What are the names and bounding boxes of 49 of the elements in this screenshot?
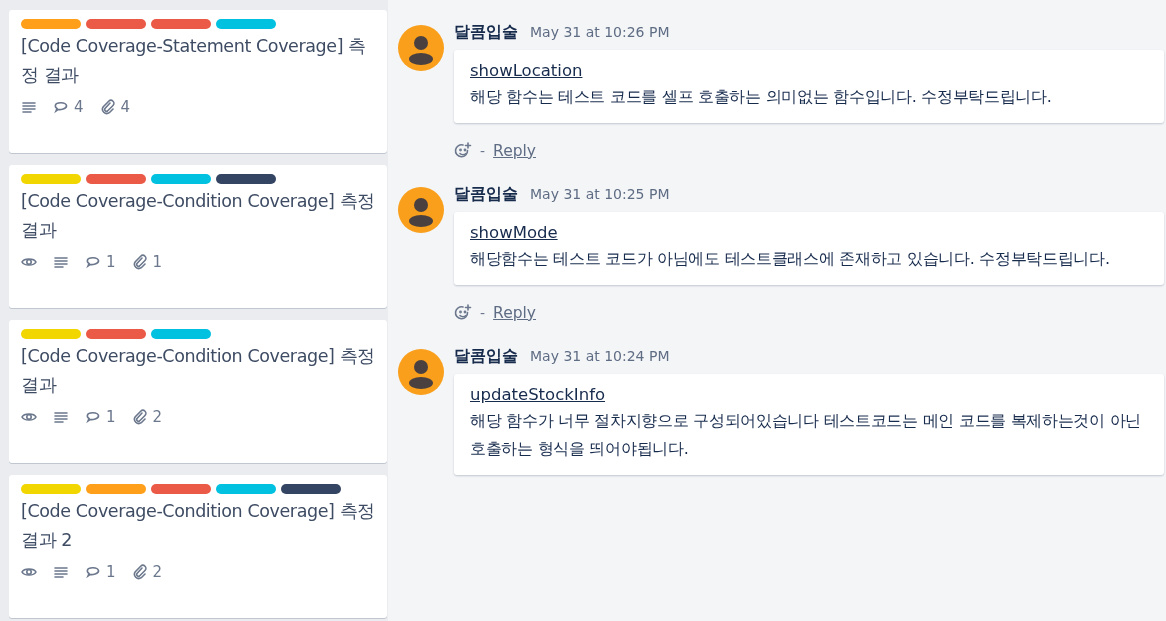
avatar-icon xyxy=(398,25,444,71)
add-reaction-icon[interactable] xyxy=(454,304,472,322)
comment-text: 해당 함수가 너무 절차지향으로 구성되어있습니다 테스트코드는 메인 코드를 복제하는것이 아닌 호출하는 형식을 띄어야됩니다. xyxy=(470,410,1143,460)
comment-time[interactable]: May 31 at 10:25 PM xyxy=(530,186,670,202)
code-link[interactable]: updateStockInfo xyxy=(470,383,606,407)
card[interactable]: [Code Coverage-Condition Coverage] 측정 결과 1 2 xyxy=(9,320,387,463)
badge-count: 1 xyxy=(106,408,116,426)
badge-count: 4 xyxy=(74,98,84,116)
author-name: 달콤입술 xyxy=(454,346,518,367)
separator: - xyxy=(480,143,486,159)
code-link[interactable]: showLocation xyxy=(470,59,583,83)
paperclip-icon xyxy=(131,254,148,270)
lines-icon xyxy=(53,564,69,580)
lines-icon xyxy=(21,99,37,115)
paperclip-icon xyxy=(131,564,148,580)
comment-text: 해당 함수는 테스트 코드를 셀프 호출하는 의미없는 함수입니다. 수정부탁드립니다. xyxy=(470,86,1053,108)
card-title: [Code Coverage-Condition Coverage] 측정 결과 xyxy=(21,345,376,397)
lines-icon xyxy=(53,409,69,425)
card[interactable]: [Code Coverage-Statement Coverage] 측정 결과 4 4 xyxy=(9,10,387,153)
reply-link[interactable]: Reply xyxy=(493,304,536,322)
speech-bubble-icon xyxy=(85,254,101,270)
card-title: [Code Coverage-Condition Coverage] 측정 결과 xyxy=(21,190,376,242)
paperclip-icon xyxy=(99,99,116,115)
badge-count: 4 xyxy=(120,98,131,116)
paperclip-icon xyxy=(131,409,148,425)
separator: - xyxy=(480,305,486,321)
badge-count: 1 xyxy=(106,563,116,581)
reply-link[interactable]: Reply xyxy=(493,142,536,160)
comment-time[interactable]: May 31 at 10:26 PM xyxy=(530,24,670,40)
avatar-icon xyxy=(398,187,444,233)
badge-count: 1 xyxy=(152,253,163,271)
lines-icon xyxy=(53,254,69,270)
speech-bubble-icon xyxy=(85,564,101,580)
badge-count: 1 xyxy=(106,253,116,271)
speech-bubble-icon xyxy=(85,409,101,425)
author-name: 달콤입술 xyxy=(454,22,518,43)
comment-time[interactable]: May 31 at 10:24 PM xyxy=(530,348,670,364)
badge-count: 2 xyxy=(152,408,163,426)
comment-text: 해당함수는 테스트 코드가 아님에도 테스트클래스에 존재하고 있습니다. 수정부탁드립니다. xyxy=(470,248,1111,270)
code-link[interactable]: showMode xyxy=(470,221,558,245)
add-reaction-icon[interactable] xyxy=(454,142,472,160)
card-title: [Code Coverage-Statement Coverage] 측정 결과 xyxy=(21,35,367,87)
speech-bubble-icon xyxy=(53,99,69,115)
card[interactable]: [Code Coverage-Condition Coverage] 측정 결과 2 1 2 xyxy=(9,475,387,618)
avatar-icon xyxy=(398,349,444,395)
author-name: 달콤입술 xyxy=(454,184,518,205)
card-title: [Code Coverage-Condition Coverage] 측정 결과 2 xyxy=(21,500,376,552)
badge-count: 2 xyxy=(152,563,163,581)
card[interactable]: [Code Coverage-Condition Coverage] 측정 결과 1 1 xyxy=(9,165,387,308)
